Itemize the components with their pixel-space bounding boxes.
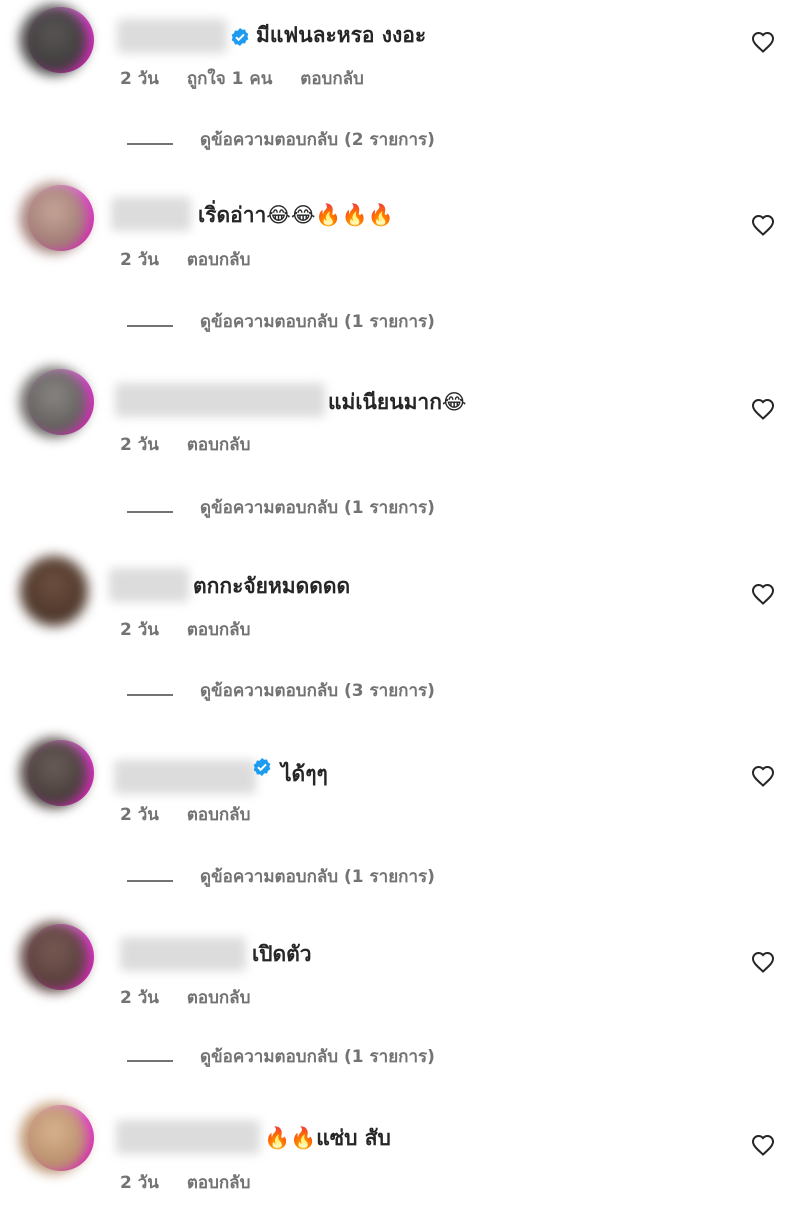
heart-outline-icon[interactable] [751, 765, 775, 787]
view-replies-button[interactable]: ดูข้อความตอบกลับ (1 รายการ) [127, 311, 527, 341]
comment-meta: 2 วัน ตอบกลับ [120, 807, 272, 824]
verified-badge-icon [231, 28, 249, 46]
avatar[interactable] [18, 738, 94, 814]
heart-outline-icon[interactable] [751, 583, 775, 605]
avatar[interactable] [18, 922, 94, 998]
reply-button[interactable]: ตอบกลับ [187, 435, 251, 455]
comment-meta: 2 วัน ตอบกลับ [120, 437, 272, 454]
view-replies-button[interactable]: ดูข้อความตอบกลับ (2 รายการ) [127, 129, 527, 159]
username-blurred[interactable] [120, 937, 246, 971]
reply-button[interactable]: ตอบกลับ [187, 250, 251, 270]
divider [127, 880, 173, 882]
comment-time: 2 วัน [120, 1173, 159, 1193]
reply-button[interactable]: ตอบกลับ [300, 69, 364, 89]
view-replies-label: ดูข้อความตอบกลับ (1 รายการ) [200, 1047, 435, 1067]
divider [127, 511, 173, 513]
username-blurred[interactable] [109, 568, 189, 602]
reply-button[interactable]: ตอบกลับ [187, 1173, 251, 1193]
comment-text: เปิดตัว [252, 942, 312, 966]
view-replies-button[interactable]: ดูข้อความตอบกลับ (3 รายการ) [127, 680, 527, 710]
avatar[interactable] [18, 1103, 94, 1179]
username-blurred[interactable] [115, 383, 325, 417]
avatar[interactable] [18, 367, 94, 443]
view-replies-label: ดูข้อความตอบกลับ (2 รายการ) [200, 130, 435, 150]
divider [127, 325, 173, 327]
heart-outline-icon[interactable] [751, 951, 775, 973]
comment-text: ได้ๆๆ [281, 762, 328, 786]
divider [127, 1060, 173, 1062]
username-blurred[interactable] [114, 760, 256, 794]
heart-outline-icon[interactable] [751, 31, 775, 53]
comment-text: ตกกะจัยหมดดดด [193, 574, 351, 598]
view-replies-label: ดูข้อความตอบกลับ (1 รายการ) [200, 867, 435, 887]
verified-badge-icon [253, 758, 271, 776]
heart-outline-icon[interactable] [751, 1134, 775, 1156]
heart-outline-icon[interactable] [751, 398, 775, 420]
comment-meta: 2 วัน ตอบกลับ [120, 1175, 272, 1192]
view-replies-label: ดูข้อความตอบกลับ (1 รายการ) [200, 312, 435, 332]
comment-time: 2 วัน [120, 988, 159, 1008]
comment-time: 2 วัน [120, 250, 159, 270]
divider [127, 694, 173, 696]
comment-time: 2 วัน [120, 69, 159, 89]
comment-text: เริ่ดอ่าา😂😂🔥🔥🔥 [198, 203, 394, 227]
divider [127, 143, 173, 145]
comment-meta: 2 วัน ตอบกลับ [120, 252, 272, 269]
view-replies-label: ดูข้อความตอบกลับ (1 รายการ) [200, 498, 435, 518]
avatar[interactable] [18, 183, 94, 259]
username-blurred[interactable] [111, 197, 191, 231]
comment-time: 2 วัน [120, 805, 159, 825]
view-replies-label: ดูข้อความตอบกลับ (3 รายการ) [200, 681, 435, 701]
username-blurred[interactable] [117, 19, 227, 53]
view-replies-button[interactable]: ดูข้อความตอบกลับ (1 รายการ) [127, 497, 527, 527]
comment-meta: 2 วัน ตอบกลับ [120, 990, 272, 1007]
reply-button[interactable]: ตอบกลับ [187, 620, 251, 640]
comment-text: แม่เนียนมาก😂 [328, 390, 467, 414]
username-blurred[interactable] [116, 1120, 260, 1154]
avatar[interactable] [18, 5, 94, 81]
comment-meta: 2 วัน ตอบกลับ [120, 622, 272, 639]
reply-button[interactable]: ตอบกลับ [187, 805, 251, 825]
heart-outline-icon[interactable] [751, 214, 775, 236]
comment-text: 🔥🔥แซ่บ สับ [264, 1126, 391, 1150]
view-replies-button[interactable]: ดูข้อความตอบกลับ (1 รายการ) [127, 1046, 527, 1076]
comment-time: 2 วัน [120, 435, 159, 455]
reply-button[interactable]: ตอบกลับ [187, 988, 251, 1008]
comment-meta: 2 วัน ถูกใจ 1 คน ตอบกลับ [120, 71, 386, 88]
avatar[interactable] [18, 556, 94, 632]
view-replies-button[interactable]: ดูข้อความตอบกลับ (1 รายการ) [127, 866, 527, 896]
like-count[interactable]: ถูกใจ 1 คน [187, 69, 273, 89]
comment-text: มีแฟนละหรอ งงอะ [256, 23, 427, 47]
comment-time: 2 วัน [120, 620, 159, 640]
